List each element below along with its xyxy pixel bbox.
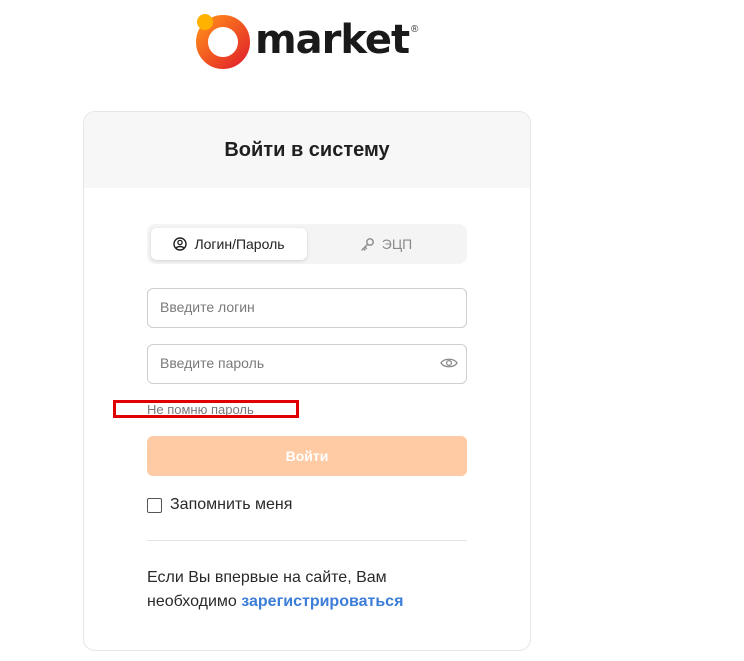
remember-me-checkbox[interactable]: Запомнить меня [147, 496, 292, 514]
logo-text: market [255, 17, 410, 63]
market-logo-mark-icon [196, 14, 250, 69]
login-card: Войти в систему Логин/Пароль ЭЦП Н [83, 111, 531, 651]
divider [147, 540, 467, 541]
page-title: Войти в систему [224, 138, 390, 161]
tab-login-password-label: Логин/Пароль [194, 236, 285, 252]
password-input[interactable] [148, 345, 430, 381]
tab-ecp-label: ЭЦП [381, 236, 413, 252]
login-method-tabs: Логин/Пароль ЭЦП [147, 224, 467, 264]
login-input[interactable] [148, 289, 430, 325]
tab-login-password[interactable]: Логин/Пароль [151, 228, 307, 260]
card-header: Войти в систему [84, 112, 530, 188]
login-field [147, 288, 467, 328]
register-link[interactable]: зарегистрироваться [241, 593, 403, 610]
forgot-password-link[interactable]: Не помню пароль [147, 402, 254, 417]
market-logo: market ® [193, 12, 433, 70]
login-button[interactable]: Войти [147, 436, 467, 476]
password-field [147, 344, 467, 384]
register-prompt: Если Вы впервые на сайте, Вам необходимо… [147, 566, 447, 614]
key-icon [361, 237, 374, 251]
registered-mark: ® [411, 24, 419, 35]
tab-ecp[interactable]: ЭЦП [309, 228, 463, 260]
eye-icon[interactable] [440, 355, 458, 371]
remember-me-label: Запомнить меня [170, 496, 293, 513]
user-circle-icon [173, 237, 188, 251]
checkbox-box[interactable] [147, 497, 162, 513]
